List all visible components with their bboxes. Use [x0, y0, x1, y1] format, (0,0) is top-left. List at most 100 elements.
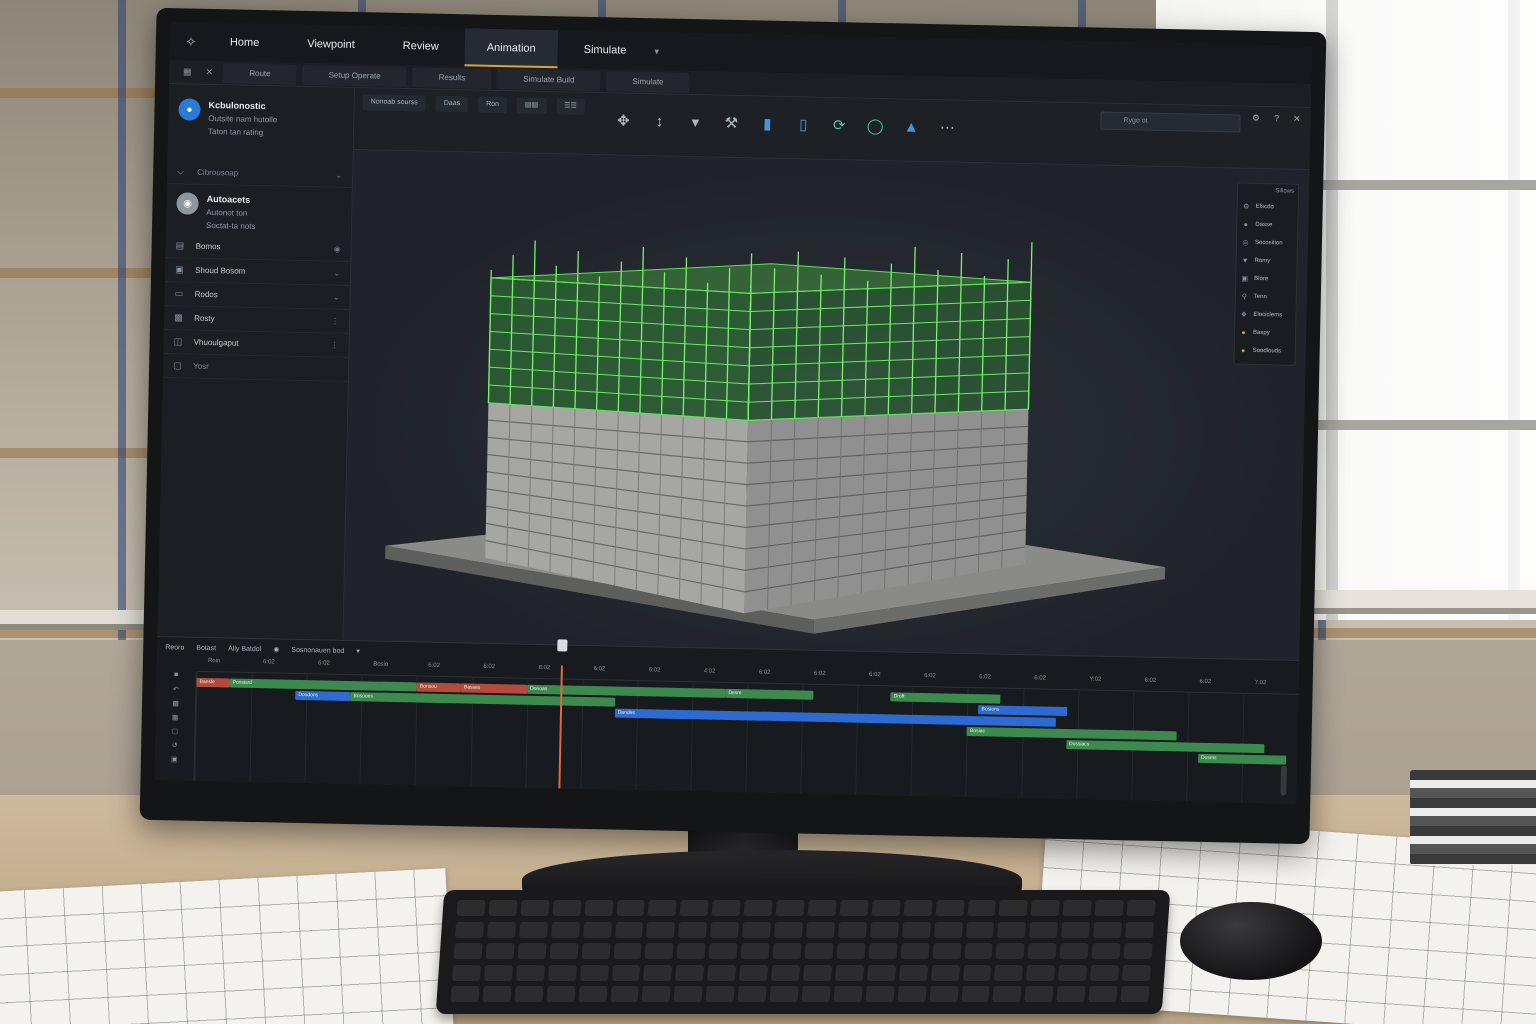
undo-icon[interactable]: ↶	[156, 685, 195, 700]
tab-route[interactable]: Route	[223, 62, 297, 85]
ruler-tick: 6:02	[979, 674, 991, 681]
gantt-bar[interactable]: Bansle	[196, 677, 230, 688]
menu-simulate[interactable]: Simulate	[561, 30, 649, 70]
chevron-down-icon[interactable]: ▾	[356, 647, 360, 655]
chevron-down-icon[interactable]: ▾	[654, 46, 659, 57]
tab-simulate[interactable]: Simulate	[606, 70, 690, 93]
gear-icon: ⚙	[1242, 203, 1250, 211]
3d-viewport[interactable]: Sillows ⚙ Elscdo ● Dasse ◎ Socosition ▼ Romy…	[343, 149, 1310, 660]
search-input[interactable]: Rygo ot	[1100, 111, 1241, 133]
close-icon[interactable]: ✕	[1293, 114, 1301, 125]
keyboard-key	[482, 986, 512, 1003]
keyboard-key	[643, 964, 673, 981]
playhead[interactable]	[556, 639, 568, 789]
gantt-bar[interactable]: Basses	[460, 683, 528, 694]
keyboard-key	[582, 921, 612, 938]
toolbar-button-source[interactable]: Nonoab sourss	[362, 94, 426, 112]
timeline-label[interactable]: Sosnonauen bod	[291, 646, 344, 654]
chevron-down-icon[interactable]: ⌄	[333, 269, 340, 278]
gantt-bar[interactable]: Dosms	[1197, 753, 1287, 765]
tool-icon[interactable]: ▲	[902, 115, 920, 137]
viewpoint-icon: ◫	[173, 336, 183, 347]
eye-icon[interactable]: ◉	[334, 245, 341, 254]
tab-results[interactable]: Results	[412, 66, 492, 89]
toolbar-button-data[interactable]: Daas	[435, 95, 469, 113]
profile-text: Autoacets Autonot ton Soctat-ta nots	[206, 193, 256, 231]
keyboard-key	[616, 900, 646, 916]
gantt-bar[interactable]: Bosiac	[966, 726, 1177, 741]
panel-item[interactable]: ● Dasse	[1241, 216, 1293, 235]
profile-card[interactable]: ◉ Autoacets Autonot ton Soctat-ta nots	[166, 184, 352, 238]
sidebar-item-6[interactable]: ▢ Yosr	[162, 354, 349, 382]
box-icon[interactable]: ▢	[155, 727, 194, 742]
chevron-down-icon[interactable]: ⌄	[333, 293, 340, 302]
menu-review[interactable]: Review	[380, 27, 461, 67]
panel-item[interactable]: ◎ Socosition	[1241, 234, 1293, 253]
grid-icon[interactable]: ▦	[156, 713, 195, 728]
camera-icon[interactable]: ▩	[156, 699, 195, 714]
workbench	[0, 610, 160, 630]
close-icon[interactable]: ✕	[201, 67, 217, 78]
gantt-area[interactable]: Bansle Ponsisrd Bonsou Basses Donoas Desm Drof…	[194, 639, 1298, 804]
device-icon[interactable]: ▯	[794, 113, 812, 135]
gantt-bar[interactable]: Ponsisrd	[229, 678, 417, 692]
gantt-bar[interactable]: Dossiacs	[1065, 740, 1265, 754]
playhead-handle[interactable]	[556, 639, 568, 652]
scrollbar[interactable]	[1280, 765, 1288, 796]
menu-home[interactable]: Home	[208, 23, 282, 63]
panel-item[interactable]: ⚙ Elscdo	[1242, 198, 1294, 217]
timeline-label[interactable]: Botast	[196, 644, 216, 651]
dropdown-icon[interactable]: ▾	[686, 111, 704, 133]
settings-icon[interactable]: ⚙	[1252, 113, 1260, 124]
toolbar-button-run[interactable]: Ron	[477, 96, 508, 114]
ruler-tick: 4:02	[703, 668, 716, 675]
menu-viewpoint[interactable]: Viewpoint	[285, 25, 377, 65]
panel-item[interactable]: ▣ Blore	[1240, 270, 1292, 289]
keyboard-key	[483, 964, 513, 981]
tab-simulate-build[interactable]: Simulate Build	[497, 68, 601, 91]
table-icon[interactable]: ▤▤	[516, 97, 547, 115]
gantt-bar[interactable]: Bosions	[978, 705, 1067, 717]
align-icon[interactable]: ↕	[650, 110, 668, 132]
orbit-icon[interactable]: ◯	[866, 115, 884, 137]
keyboard-key	[647, 900, 677, 916]
keyboard-key	[837, 921, 867, 938]
loop-icon[interactable]: ↺	[155, 741, 194, 756]
chevron-down-icon[interactable]: ⌄	[335, 171, 342, 180]
keyboard-key	[1125, 921, 1155, 938]
timeline-label[interactable]: Ally Batdol	[228, 645, 261, 653]
lock-icon[interactable]: ■	[156, 671, 195, 686]
help-icon[interactable]: ?	[1274, 113, 1279, 124]
more-icon[interactable]: ⋯	[938, 116, 956, 138]
gantt-bar[interactable]: Dosdons	[295, 690, 351, 702]
gantt-bar[interactable]: Bonsou	[416, 682, 462, 693]
export-icon[interactable]: ▣	[155, 755, 194, 770]
tab-setup[interactable]: Setup Operate	[302, 64, 407, 87]
move-icon[interactable]: ✥	[614, 109, 632, 131]
grid-icon[interactable]: ▦	[179, 66, 195, 77]
more-icon[interactable]: ⋮	[331, 317, 339, 326]
keyboard-key	[961, 986, 991, 1003]
building-model	[385, 240, 1166, 634]
timeline-label[interactable]: Reoro	[165, 644, 184, 651]
wrench-icon[interactable]: ⚒	[722, 112, 740, 134]
keyboard-key	[1030, 900, 1060, 916]
filter-icon[interactable]: ◉	[273, 645, 279, 653]
panel-item[interactable]: ⚲ Tenn	[1240, 288, 1292, 307]
panel-item[interactable]: ● Baspy	[1239, 324, 1291, 343]
refresh-icon[interactable]: ⟳	[830, 114, 848, 136]
gantt-bar[interactable]: Desm	[725, 688, 814, 700]
timeline-panel: Reoro Botast Ally Batdol ◉ Sosnonauen bo…	[154, 635, 1300, 804]
list-icon[interactable]: ☰☰	[556, 98, 585, 115]
panel-item[interactable]: ▼ Romy	[1240, 252, 1292, 271]
profile-card[interactable]: ● Kcbulonostic Outsite nam hutolle Taton…	[167, 92, 353, 164]
keyboard-key	[678, 921, 708, 938]
phone-icon[interactable]: ▮	[758, 112, 776, 134]
sidebar-item-label: Vhuoulgaput	[193, 337, 239, 348]
menu-animation[interactable]: Animation	[464, 28, 559, 69]
panel-item[interactable]: ● Soodlouds	[1239, 342, 1291, 361]
keyboard-key	[1062, 900, 1092, 916]
more-icon[interactable]: ⋮	[331, 341, 339, 350]
gantt-bar[interactable]: Droft	[890, 692, 1001, 704]
panel-item[interactable]: ❖ Elociclems	[1239, 306, 1291, 325]
